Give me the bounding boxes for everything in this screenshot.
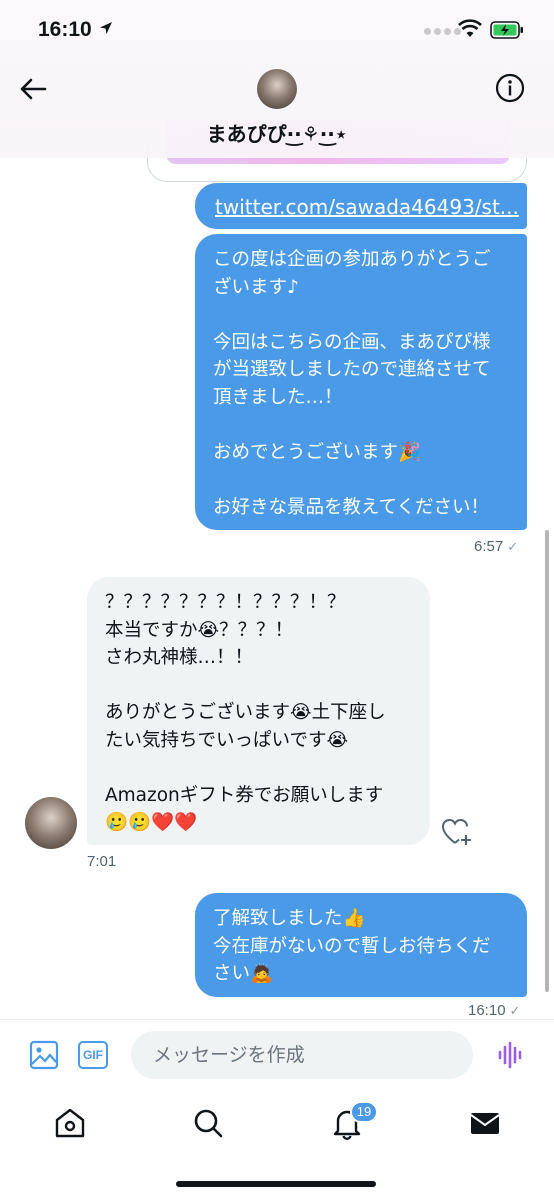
message-line: 了解致しました👍 bbox=[213, 908, 366, 929]
message-line: 今在庫がないので暫しお待ちくだ bbox=[213, 935, 491, 957]
message-line bbox=[105, 754, 414, 782]
header-avatar[interactable] bbox=[257, 69, 297, 109]
notification-badge: 19 bbox=[350, 1101, 378, 1123]
shared-link[interactable]: twitter.com/sawada46493/st... bbox=[195, 183, 527, 229]
message-timestamp: 7:01 bbox=[87, 853, 117, 870]
message-timestamp: 6:57 ✓ bbox=[474, 538, 519, 555]
outgoing-message[interactable]: 了解致しました👍 今在庫がないので暫しお待ちくだ さい🙇 bbox=[195, 893, 527, 997]
conversation-name[interactable]: まあぴぴ·͜·⚘·͜·⋆ bbox=[0, 118, 554, 147]
back-arrow-icon[interactable] bbox=[18, 74, 48, 104]
message-line: たい気持ちでいっぱいです😭 bbox=[105, 729, 349, 751]
message-line: さい🙇 bbox=[213, 963, 274, 984]
outgoing-message[interactable]: この度は企画の参加ありがとうご ざいます♪ 今回はこちらの企画、まあぴぴ様 が当選致し… bbox=[195, 234, 527, 530]
messages-envelope-icon[interactable] bbox=[467, 1105, 503, 1141]
battery-charging-icon bbox=[490, 21, 523, 39]
message-line: この度は企画の参加ありがとうご bbox=[213, 249, 491, 270]
message-line: 頂きました…！ bbox=[213, 386, 343, 408]
message-line: 🥲🥲❤️❤️ bbox=[105, 812, 198, 833]
conversation-header: 16:10 まあぴぴ·͜·⚘·͜·⋆ bbox=[0, 0, 554, 158]
gif-button[interactable]: GIF bbox=[78, 1041, 108, 1069]
search-icon[interactable] bbox=[190, 1105, 226, 1141]
bottom-navigation: 19 bbox=[0, 1091, 554, 1200]
signal-icon bbox=[424, 28, 461, 35]
read-check-icon: ✓ bbox=[509, 1003, 521, 1018]
message-composer: GIF bbox=[0, 1019, 554, 1091]
read-check-icon: ✓ bbox=[507, 539, 519, 554]
incoming-message[interactable]: ？？？？？？？！？？？！？ 本当ですか😭？？？！ さわ丸神様…！！ ありがとうございま… bbox=[87, 577, 430, 845]
message-line bbox=[213, 466, 511, 494]
info-icon[interactable] bbox=[494, 72, 526, 104]
message-line bbox=[105, 672, 414, 700]
message-line: 今回はこちらの企画、まあぴぴ様 bbox=[213, 331, 491, 353]
status-bar: 16:10 bbox=[0, 0, 554, 60]
message-timestamp: 16:10 ✓ bbox=[468, 1002, 521, 1019]
home-indicator bbox=[176, 1181, 376, 1187]
message-line bbox=[213, 301, 511, 329]
voice-message-icon[interactable] bbox=[497, 1041, 525, 1069]
message-input[interactable] bbox=[131, 1031, 473, 1079]
avatar[interactable] bbox=[25, 797, 77, 849]
message-line: ？？？？？？？！？？？！？ bbox=[105, 592, 346, 613]
message-line: 本当ですか😭？？？！ bbox=[105, 619, 294, 641]
message-line: Amazonギフト券でお願いします bbox=[105, 784, 384, 806]
scrollbar[interactable] bbox=[545, 530, 549, 992]
wifi-icon bbox=[458, 19, 482, 37]
status-time: 16:10 bbox=[38, 18, 92, 41]
image-icon[interactable] bbox=[29, 1040, 59, 1070]
home-icon[interactable] bbox=[52, 1105, 88, 1141]
location-arrow-icon bbox=[100, 22, 112, 34]
message-line: ざいます♪ bbox=[213, 276, 299, 298]
add-reaction-icon[interactable] bbox=[441, 816, 473, 848]
message-line: さわ丸神様…！！ bbox=[105, 647, 254, 668]
message-line: ありがとうございます😭土下座し bbox=[105, 702, 386, 723]
message-line: お好きな景品を教えてください！ bbox=[213, 496, 490, 518]
message-line: おめでとうございます🎉 bbox=[213, 441, 422, 463]
message-line: が当選致しましたので連絡させて bbox=[213, 359, 491, 380]
message-line bbox=[213, 411, 511, 439]
